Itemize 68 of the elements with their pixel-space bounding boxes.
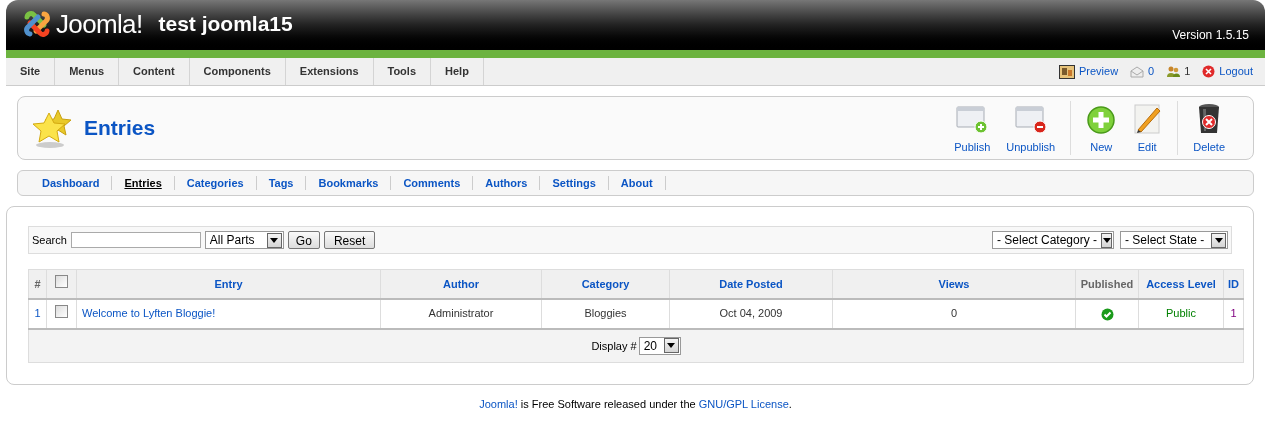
row-checkbox[interactable] [55, 304, 68, 318]
table-cell: Oct 04, 2009 [719, 307, 783, 320]
search-label: Search [32, 232, 67, 248]
users-count: 1 [1166, 63, 1191, 80]
row-number: 1 [34, 307, 41, 320]
users-icon [1166, 65, 1181, 78]
submenu-tab[interactable]: Tags [256, 176, 307, 190]
state-select[interactable]: - Select State - [1120, 231, 1228, 249]
joomla-logo-icon [22, 9, 52, 39]
picture-icon [1058, 64, 1075, 79]
pencil-paper-icon [1132, 102, 1163, 135]
site-title: test joomla15 [158, 11, 293, 38]
joomla-link[interactable]: Joomla! [479, 398, 518, 410]
preview-link[interactable]: Preview [1058, 63, 1119, 80]
column-header[interactable]: Views [938, 277, 970, 290]
category-select[interactable]: - Select Category - [992, 231, 1114, 249]
page-title: Entries [84, 115, 156, 142]
submenu-tab[interactable]: Bookmarks [306, 176, 392, 190]
column-header: Published [1080, 277, 1134, 290]
table-cell: Administrator [428, 307, 494, 320]
parts-select[interactable]: All Parts [204, 231, 284, 249]
envelope-icon [1130, 65, 1145, 78]
column-header[interactable]: Date Posted [719, 277, 783, 290]
logo-text: Joomla! [56, 7, 143, 41]
access-link[interactable]: Public [1166, 307, 1196, 320]
new-button[interactable]: New [1078, 101, 1125, 155]
entry-link[interactable]: Welcome to Lyften Bloggie! [82, 307, 216, 320]
menu-item[interactable]: Tools [373, 58, 431, 85]
check-circle-icon[interactable] [1100, 307, 1114, 321]
column-header[interactable]: Entry [214, 277, 243, 290]
submenu-tab[interactable]: Categories [174, 176, 257, 190]
plus-circle-icon [1086, 104, 1117, 135]
close-circle-icon [1202, 65, 1216, 78]
column-header: # [34, 277, 41, 290]
edit-button[interactable]: Edit [1124, 101, 1171, 155]
submenu-tab[interactable]: Authors [473, 176, 541, 190]
reset-button[interactable]: Reset [323, 231, 376, 249]
table-cell: 1 [1230, 307, 1237, 320]
unpublish-button[interactable]: Unpublish [998, 101, 1064, 155]
menu-item[interactable]: Menus [55, 58, 120, 85]
window-minus-icon [1014, 104, 1047, 135]
menu-item[interactable]: Content [119, 58, 190, 85]
window-plus-icon [956, 104, 989, 135]
submenu-tab[interactable]: Dashboard [30, 176, 113, 190]
version-text: Version 1.5.15 [1172, 27, 1249, 44]
footer-text: Joomla! is Free Software released under the GNU/GPL License. [478, 397, 793, 412]
delete-button[interactable]: Delete [1185, 101, 1233, 155]
display-select[interactable]: 20 [638, 336, 681, 355]
select-all-checkbox[interactable] [55, 275, 68, 288]
display-label: Display # [591, 338, 637, 354]
go-button[interactable]: Go [287, 231, 320, 249]
menu-item[interactable]: Components [189, 58, 286, 85]
menu-item[interactable]: Help [431, 58, 484, 85]
submenu-tab[interactable]: Entries [112, 176, 175, 190]
submenu-tab[interactable]: Comments [391, 176, 474, 190]
table-cell: Bloggies [584, 307, 627, 320]
publish-button[interactable]: Publish [946, 101, 999, 155]
search-field[interactable] [70, 232, 201, 248]
messages-count[interactable]: 0 [1130, 63, 1155, 80]
logout-link[interactable]: Logout [1202, 63, 1253, 80]
column-header[interactable]: Author [442, 277, 479, 290]
submenu-tab[interactable]: Settings [540, 176, 609, 190]
license-link[interactable]: GNU/GPL License [698, 398, 789, 410]
menu-item[interactable]: Extensions [285, 58, 374, 85]
column-header[interactable]: Category [581, 277, 630, 290]
table-cell: 0 [950, 307, 958, 320]
menu-item[interactable]: Site [6, 58, 56, 85]
submenu-tab[interactable]: About [608, 176, 666, 190]
